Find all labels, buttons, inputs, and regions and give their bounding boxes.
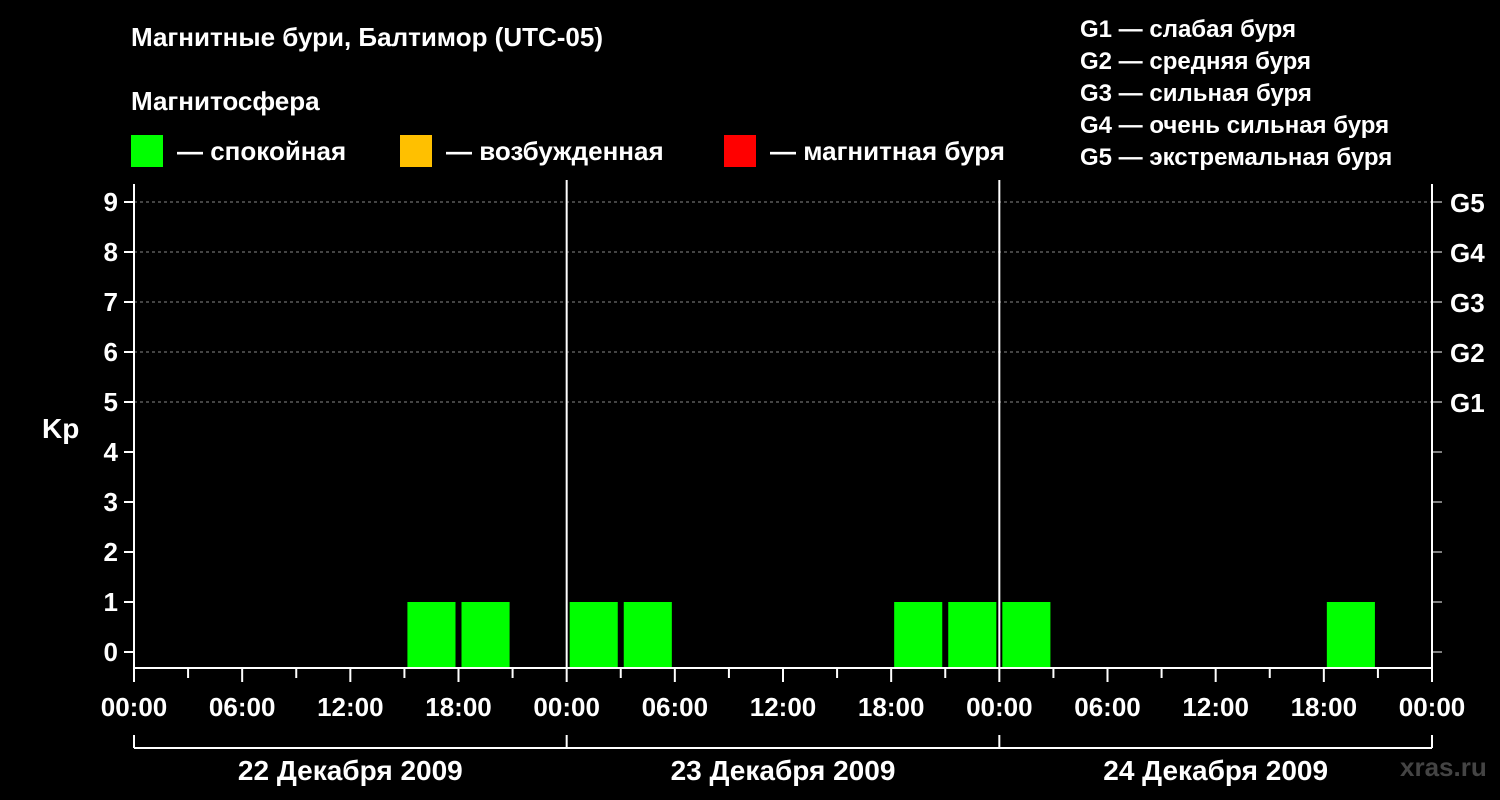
kp-bar	[569, 602, 618, 668]
y-tick-label: 0	[104, 637, 118, 667]
y-tick-label: 9	[104, 187, 118, 217]
x-tick-label: 12:00	[317, 692, 384, 722]
g-level-label: G4	[1450, 238, 1485, 268]
kp-chart: 0 1 2 3 4 5 6 7 8 9 G1 G2 G3 G4 G5 Kp 00:00 06:00 12:00 18:…	[42, 180, 1485, 786]
y-tick-label: 2	[104, 537, 118, 567]
g-level-label: G2	[1450, 338, 1485, 368]
y-axis-label: Kp	[42, 413, 79, 444]
kp-bar	[407, 602, 456, 668]
x-tick-label: 18:00	[1291, 692, 1358, 722]
x-tick-label: 00:00	[101, 692, 168, 722]
g-level-label: G3	[1450, 288, 1485, 318]
y-tick-label: 4	[104, 437, 119, 467]
x-tick-label: 18:00	[858, 692, 925, 722]
x-tick-label: 00:00	[533, 692, 600, 722]
kp-bar	[894, 602, 943, 668]
x-tick-label: 06:00	[209, 692, 276, 722]
x-tick-label: 06:00	[642, 692, 709, 722]
x-tick-label: 00:00	[1399, 692, 1466, 722]
day-label: 23 Декабря 2009	[671, 755, 896, 786]
y-tick-label: 1	[104, 587, 118, 617]
day-label: 24 Декабря 2009	[1103, 755, 1328, 786]
y-tick-label: 8	[104, 237, 118, 267]
x-tick-label: 06:00	[1074, 692, 1141, 722]
y-tick-label: 6	[104, 337, 118, 367]
g-level-label: G5	[1450, 188, 1485, 218]
kp-bar	[461, 602, 510, 668]
watermark: xras.ru	[1400, 752, 1487, 782]
g-level-label: G1	[1450, 388, 1485, 418]
y-tick-label: 3	[104, 487, 118, 517]
x-tick-label: 12:00	[1182, 692, 1249, 722]
kp-bar	[1002, 602, 1051, 668]
kp-bar	[623, 602, 672, 668]
y-tick-label: 5	[104, 387, 118, 417]
x-tick-label: 12:00	[750, 692, 817, 722]
x-tick-label: 00:00	[966, 692, 1033, 722]
kp-bar	[1326, 602, 1375, 668]
x-tick-label: 18:00	[425, 692, 492, 722]
day-label: 22 Декабря 2009	[238, 755, 463, 786]
y-tick-label: 7	[104, 287, 118, 317]
kp-bar	[948, 602, 997, 668]
